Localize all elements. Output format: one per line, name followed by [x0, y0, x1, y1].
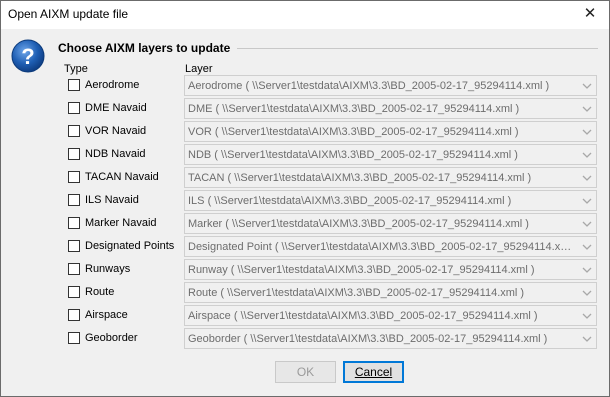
ok-button[interactable]: OK — [275, 361, 336, 383]
layer-row: Marker Navaid Marker ( \\Server1\testdata… — [1, 213, 609, 234]
layer-dropdown-value: Airspace ( \\Server1\testdata\AIXM\3.3\B… — [188, 310, 538, 322]
chevron-down-icon[interactable] — [580, 193, 594, 208]
layer-dropdown[interactable]: Route ( \\Server1\testdata\AIXM\3.3\BD_2… — [184, 282, 597, 303]
layer-dropdown-value: Designated Point ( \\Server1\testdata\AI… — [188, 241, 576, 253]
layer-checkbox[interactable] — [68, 240, 80, 252]
layer-checkbox[interactable] — [68, 332, 80, 344]
chevron-down-icon[interactable] — [580, 170, 594, 185]
layer-checkbox[interactable] — [68, 148, 80, 160]
layer-dropdown[interactable]: Designated Point ( \\Server1\testdata\AI… — [184, 236, 597, 257]
layer-row: Airspace Airspace ( \\Server1\testdata\AI… — [1, 305, 609, 326]
svg-text:?: ? — [21, 44, 34, 69]
layer-dropdown-value: DME ( \\Server1\testdata\AIXM\3.3\BD_200… — [188, 103, 520, 115]
layer-checkbox[interactable] — [68, 263, 80, 275]
layer-dropdown[interactable]: Runway ( \\Server1\testdata\AIXM\3.3\BD_… — [184, 259, 597, 280]
chevron-down-icon[interactable] — [580, 124, 594, 139]
layer-row: Designated Points Designated Point ( \\Se… — [1, 236, 609, 257]
layer-row: Runways Runway ( \\Server1\testdata\AIXM\… — [1, 259, 609, 280]
layer-type-label: ILS Navaid — [85, 194, 139, 206]
close-icon[interactable]: ✕ — [581, 5, 599, 23]
layer-checkbox[interactable] — [68, 102, 80, 114]
chevron-down-icon[interactable] — [580, 331, 594, 346]
layer-dropdown[interactable]: TACAN ( \\Server1\testdata\AIXM\3.3\BD_2… — [184, 167, 597, 188]
layer-row: TACAN Navaid TACAN ( \\Server1\testdata\A… — [1, 167, 609, 188]
layer-dropdown-value: Runway ( \\Server1\testdata\AIXM\3.3\BD_… — [188, 264, 535, 276]
layer-dropdown[interactable]: NDB ( \\Server1\testdata\AIXM\3.3\BD_200… — [184, 144, 597, 165]
layer-checkbox[interactable] — [68, 171, 80, 183]
window-title: Open AIXM update file — [8, 7, 129, 21]
chevron-down-icon[interactable] — [580, 101, 594, 116]
cancel-button-label: Cancel — [354, 365, 393, 379]
layer-dropdown[interactable]: Marker ( \\Server1\testdata\AIXM\3.3\BD_… — [184, 213, 597, 234]
layer-row: VOR Navaid VOR ( \\Server1\testdata\AIXM\… — [1, 121, 609, 142]
layer-dropdown-value: TACAN ( \\Server1\testdata\AIXM\3.3\BD_2… — [188, 172, 532, 184]
layer-type-label: NDB Navaid — [85, 148, 146, 160]
layer-type-label: VOR Navaid — [85, 125, 147, 137]
layer-type-label: Airspace — [85, 309, 128, 321]
layer-dropdown[interactable]: Geoborder ( \\Server1\testdata\AIXM\3.3\… — [184, 328, 597, 349]
cancel-button[interactable]: Cancel — [343, 361, 404, 383]
layer-row: Aerodrome Aerodrome ( \\Server1\testdata\… — [1, 75, 609, 96]
layer-type-label: Marker Navaid — [85, 217, 157, 229]
layer-type-label: Aerodrome — [85, 79, 140, 91]
layer-type-label: Runways — [85, 263, 131, 275]
layer-type-label: Designated Points — [85, 240, 175, 252]
chevron-down-icon[interactable] — [580, 239, 594, 254]
layer-row: Geoborder Geoborder ( \\Server1\testdata\… — [1, 328, 609, 349]
layer-type-label: TACAN Navaid — [85, 171, 159, 183]
layer-checkbox[interactable] — [68, 286, 80, 298]
chevron-down-icon[interactable] — [580, 262, 594, 277]
chevron-down-icon[interactable] — [580, 147, 594, 162]
layer-dropdown[interactable]: DME ( \\Server1\testdata\AIXM\3.3\BD_200… — [184, 98, 597, 119]
column-header-type: Type — [64, 63, 88, 75]
chevron-down-icon[interactable] — [580, 78, 594, 93]
column-header-layer: Layer — [185, 63, 213, 75]
layer-dropdown-value: VOR ( \\Server1\testdata\AIXM\3.3\BD_200… — [188, 126, 519, 138]
chevron-down-icon[interactable] — [580, 285, 594, 300]
layer-dropdown[interactable]: VOR ( \\Server1\testdata\AIXM\3.3\BD_200… — [184, 121, 597, 142]
dialog-window: Open AIXM update file ✕ ? Choose AIXM la… — [0, 0, 610, 397]
chevron-down-icon[interactable] — [580, 216, 594, 231]
layer-dropdown-value: NDB ( \\Server1\testdata\AIXM\3.3\BD_200… — [188, 149, 518, 161]
layer-checkbox[interactable] — [68, 79, 80, 91]
layer-dropdown[interactable]: Aerodrome ( \\Server1\testdata\AIXM\3.3\… — [184, 75, 597, 96]
layer-dropdown-value: Aerodrome ( \\Server1\testdata\AIXM\3.3\… — [188, 80, 550, 92]
section-title: Choose AIXM layers to update — [58, 41, 231, 55]
layer-dropdown-value: Route ( \\Server1\testdata\AIXM\3.3\BD_2… — [188, 287, 525, 299]
layer-dropdown-value: Marker ( \\Server1\testdata\AIXM\3.3\BD_… — [188, 218, 529, 230]
layer-type-label: Geoborder — [85, 332, 138, 344]
layer-checkbox[interactable] — [68, 125, 80, 137]
layer-checkbox[interactable] — [68, 309, 80, 321]
layer-dropdown-value: Geoborder ( \\Server1\testdata\AIXM\3.3\… — [188, 333, 548, 345]
layer-type-label: DME Navaid — [85, 102, 147, 114]
layer-row: Route Route ( \\Server1\testdata\AIXM\3.3… — [1, 282, 609, 303]
question-icon: ? — [11, 39, 45, 73]
layer-dropdown-value: ILS ( \\Server1\testdata\AIXM\3.3\BD_200… — [188, 195, 512, 207]
layer-checkbox[interactable] — [68, 217, 80, 229]
layer-dropdown[interactable]: ILS ( \\Server1\testdata\AIXM\3.3\BD_200… — [184, 190, 597, 211]
layer-row: NDB Navaid NDB ( \\Server1\testdata\AIXM\… — [1, 144, 609, 165]
layer-dropdown[interactable]: Airspace ( \\Server1\testdata\AIXM\3.3\B… — [184, 305, 597, 326]
title-bar[interactable]: Open AIXM update file ✕ — [1, 1, 609, 29]
layer-checkbox[interactable] — [68, 194, 80, 206]
layer-type-label: Route — [85, 286, 115, 298]
layer-row: ILS Navaid ILS ( \\Server1\testdata\AIXM\… — [1, 190, 609, 211]
chevron-down-icon[interactable] — [580, 308, 594, 323]
layer-row: DME Navaid DME ( \\Server1\testdata\AIXM\… — [1, 98, 609, 119]
section-divider — [237, 48, 598, 49]
